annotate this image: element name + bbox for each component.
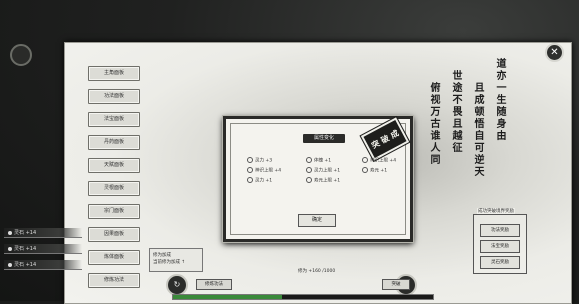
resource-notification: 灵石 +14 xyxy=(4,244,82,254)
info-line: 当前修为加成 ↑ xyxy=(153,260,186,265)
spirit-stone-icon xyxy=(8,246,12,251)
stat-label: 寿元 +1 xyxy=(370,168,388,174)
confirm-button[interactable]: 确定 xyxy=(298,214,336,227)
stat-icon xyxy=(247,157,253,163)
stat-change: 神识上限 +4 xyxy=(247,167,281,174)
info-title: 修为加成 xyxy=(153,253,171,258)
spirit-stone-icon xyxy=(8,230,12,235)
cultivation-bonus-box: 修为加成 当前修为加成 ↑ xyxy=(149,248,203,272)
stat-label: 体魄 +1 xyxy=(314,158,332,164)
reward-button[interactable]: 功法奖励 xyxy=(480,224,520,237)
reward-panel-title: 成功突破境界奖励 xyxy=(477,208,515,214)
refresh-icon[interactable]: ↻ xyxy=(166,274,188,296)
technique-tag[interactable]: 修炼功法 xyxy=(196,279,232,290)
stat-change: 寿元 +1 xyxy=(362,167,387,174)
menu-button[interactable]: 法宝面板 xyxy=(88,112,140,127)
stat-label: 灵力 +3 xyxy=(255,158,273,164)
stat-change: 灵力上限 +1 xyxy=(306,167,340,174)
menu-button[interactable]: 炼体面板 xyxy=(88,250,140,265)
stat-icon xyxy=(247,177,253,183)
notification-label: 灵石 +14 xyxy=(14,246,37,252)
notification-label: 灵石 +14 xyxy=(14,262,37,268)
reward-button[interactable]: 灵石奖励 xyxy=(480,256,520,269)
settings-icon[interactable] xyxy=(10,44,32,66)
stat-label: 神识上限 +4 xyxy=(370,158,397,164)
menu-button[interactable]: 主角面板 xyxy=(88,66,140,81)
stat-label: 灵力上限 +1 xyxy=(314,168,341,174)
poem-column: 且成顿悟自可逆天 xyxy=(472,82,483,178)
resource-notification: 灵石 +14 xyxy=(4,228,82,238)
panel-menu: 主角面板 功法面板 法宝面板 丹药面板 天赋面板 灵根面板 宗门面板 因果面板 … xyxy=(88,66,140,296)
notification-label: 灵石 +14 xyxy=(14,230,37,236)
stat-change: 神识上限 +4 xyxy=(362,157,396,164)
progress-fill xyxy=(173,295,283,299)
stat-label: 寿元上限 +1 xyxy=(314,178,341,184)
stat-icon xyxy=(306,167,312,173)
poem-column: 道亦一生随身由 xyxy=(494,58,505,142)
cultivation-progress-bar xyxy=(172,294,434,300)
stat-icon xyxy=(362,157,368,163)
dialog-title: 属性变化 xyxy=(303,134,345,143)
stat-icon xyxy=(247,167,253,173)
stat-icon xyxy=(362,167,368,173)
menu-button[interactable]: 功法面板 xyxy=(88,89,140,104)
spirit-stone-icon xyxy=(8,262,12,267)
stat-change: 灵力 +3 xyxy=(247,157,272,164)
cultivation-progress-text: 修为 +160 /1000 xyxy=(298,269,336,274)
menu-button[interactable]: 灵根面板 xyxy=(88,181,140,196)
menu-button[interactable]: 因果面板 xyxy=(88,227,140,242)
poem-column: 世途不畏且越征 xyxy=(450,70,461,154)
menu-button[interactable]: 天赋面板 xyxy=(88,158,140,173)
menu-button[interactable]: 丹药面板 xyxy=(88,135,140,150)
stat-change: 灵力 +1 xyxy=(247,177,272,184)
stat-icon xyxy=(306,157,312,163)
reward-button[interactable]: 法宝奖励 xyxy=(480,240,520,253)
resource-notification: 灵石 +14 xyxy=(4,260,82,270)
stat-label: 灵力 +1 xyxy=(255,178,273,184)
close-button[interactable]: ✕ xyxy=(545,43,564,62)
stat-change: 寿元上限 +1 xyxy=(306,177,340,184)
stat-change: 体魄 +1 xyxy=(306,157,331,164)
poem-column: 俯视万古谁人同 xyxy=(428,82,439,166)
stat-label: 神识上限 +4 xyxy=(255,168,282,174)
stat-icon xyxy=(306,177,312,183)
menu-button[interactable]: 宗门面板 xyxy=(88,204,140,219)
breakthrough-tag[interactable]: 突破 xyxy=(382,279,410,290)
menu-button[interactable]: 修炼功法 xyxy=(88,273,140,288)
